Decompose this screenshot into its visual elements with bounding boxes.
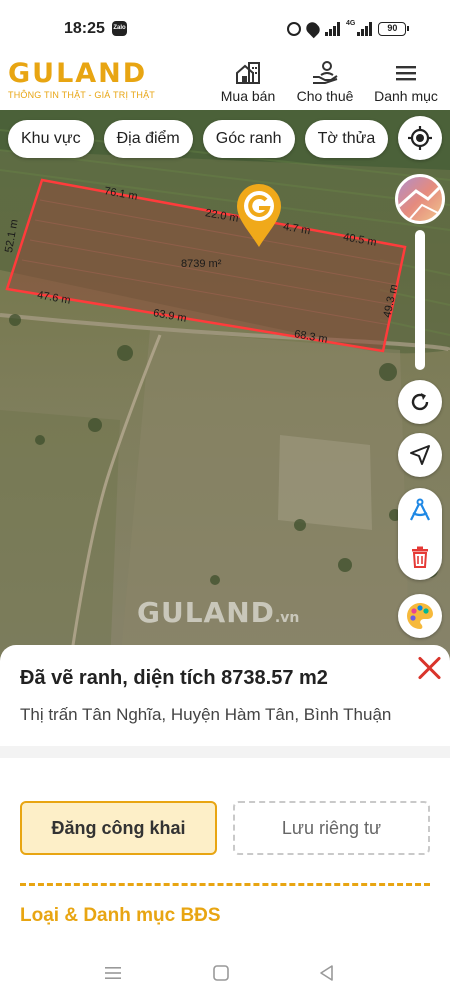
map-terrain xyxy=(0,110,450,665)
section-divider xyxy=(20,883,430,886)
chip-dia-diem[interactable]: Địa điểm xyxy=(103,120,193,158)
refresh-button[interactable] xyxy=(398,380,442,424)
navigate-icon xyxy=(410,445,430,465)
area-label: 8739 m² xyxy=(181,258,222,270)
save-private-button[interactable]: Lưu riêng tư xyxy=(233,801,430,855)
satellite-map[interactable]: 76.1 m 22.0 m 4.7 m 40.5 m 52.1 m 47.6 m… xyxy=(0,110,450,665)
close-icon[interactable] xyxy=(416,655,442,681)
recents-icon[interactable] xyxy=(104,964,122,987)
network-type: 4G xyxy=(346,19,356,27)
signal-2-icon xyxy=(357,22,373,36)
nav-danh-muc-label: Danh mục xyxy=(374,88,438,104)
palette-button[interactable] xyxy=(398,594,442,638)
signal-icon xyxy=(325,22,340,36)
system-nav-bar xyxy=(0,950,450,1000)
filter-chips: Khu vực Địa điểm Góc ranh Tờ thửa xyxy=(8,120,389,158)
map-watermark: GULAND.vn xyxy=(137,596,299,629)
divider xyxy=(0,746,450,758)
sheet-title: Đã vẽ ranh, diện tích 8738.57 m2 xyxy=(20,667,328,689)
hand-person-icon xyxy=(293,60,357,86)
refresh-icon xyxy=(411,393,429,411)
alarm-icon xyxy=(287,22,301,36)
back-icon[interactable] xyxy=(318,964,336,987)
logo-tagline: THÔNG TIN THẬT - GIÁ TRỊ THẬT xyxy=(8,90,155,100)
nav-mua-ban[interactable]: Mua bán xyxy=(217,60,279,104)
section-title: Loại & Danh mục BĐS xyxy=(20,905,221,926)
layers-icon[interactable] xyxy=(395,174,445,224)
chip-goc-ranh[interactable]: Góc ranh xyxy=(202,120,295,158)
plot-info-sheet: Đã vẽ ranh, diện tích 8738.57 m2 Thị trấ… xyxy=(0,645,450,1000)
publish-button[interactable]: Đăng công khai xyxy=(20,801,217,855)
location-icon xyxy=(303,19,323,39)
sheet-address: Thị trấn Tân Nghĩa, Huyện Hàm Tân, Bình … xyxy=(20,705,392,724)
status-icons: 4G 90 xyxy=(287,19,410,39)
zoom-slider[interactable] xyxy=(415,230,425,370)
watermark-text: GULAND xyxy=(137,596,275,629)
status-time: 18:25 xyxy=(64,20,105,37)
nav-danh-muc[interactable]: Danh mục xyxy=(370,60,442,104)
locate-icon xyxy=(408,126,432,150)
menu-icon xyxy=(370,60,442,86)
navigate-button[interactable] xyxy=(398,433,442,477)
app-header: GULAND THÔNG TIN THẬT - GIÁ TRỊ THẬT Mua… xyxy=(0,56,450,110)
trash-icon[interactable] xyxy=(398,534,442,580)
chip-khu-vuc[interactable]: Khu vực xyxy=(8,120,94,158)
draw-tools xyxy=(398,488,442,580)
nav-mua-ban-label: Mua bán xyxy=(220,88,276,104)
guland-logo[interactable]: GULAND THÔNG TIN THẬT - GIÁ TRỊ THẬT xyxy=(8,58,155,101)
locate-button[interactable] xyxy=(398,116,442,160)
nav-cho-thue-label: Cho thuê xyxy=(296,88,354,104)
battery-icon: 90 xyxy=(378,22,410,36)
home-icon[interactable] xyxy=(212,964,230,987)
nav-cho-thue[interactable]: Cho thuê xyxy=(293,60,357,104)
map-pin[interactable] xyxy=(235,183,283,254)
house-building-icon xyxy=(217,60,279,86)
palette-icon xyxy=(407,603,433,629)
chip-to-thua[interactable]: Tờ thửa xyxy=(304,120,389,158)
zalo-icon: Zalo xyxy=(112,21,127,36)
status-bar: 18:25 Zalo 4G 90 xyxy=(0,0,450,56)
logo-text: GULAND xyxy=(8,58,148,89)
watermark-suffix: .vn xyxy=(274,610,300,626)
compass-tool-icon[interactable] xyxy=(398,488,442,534)
